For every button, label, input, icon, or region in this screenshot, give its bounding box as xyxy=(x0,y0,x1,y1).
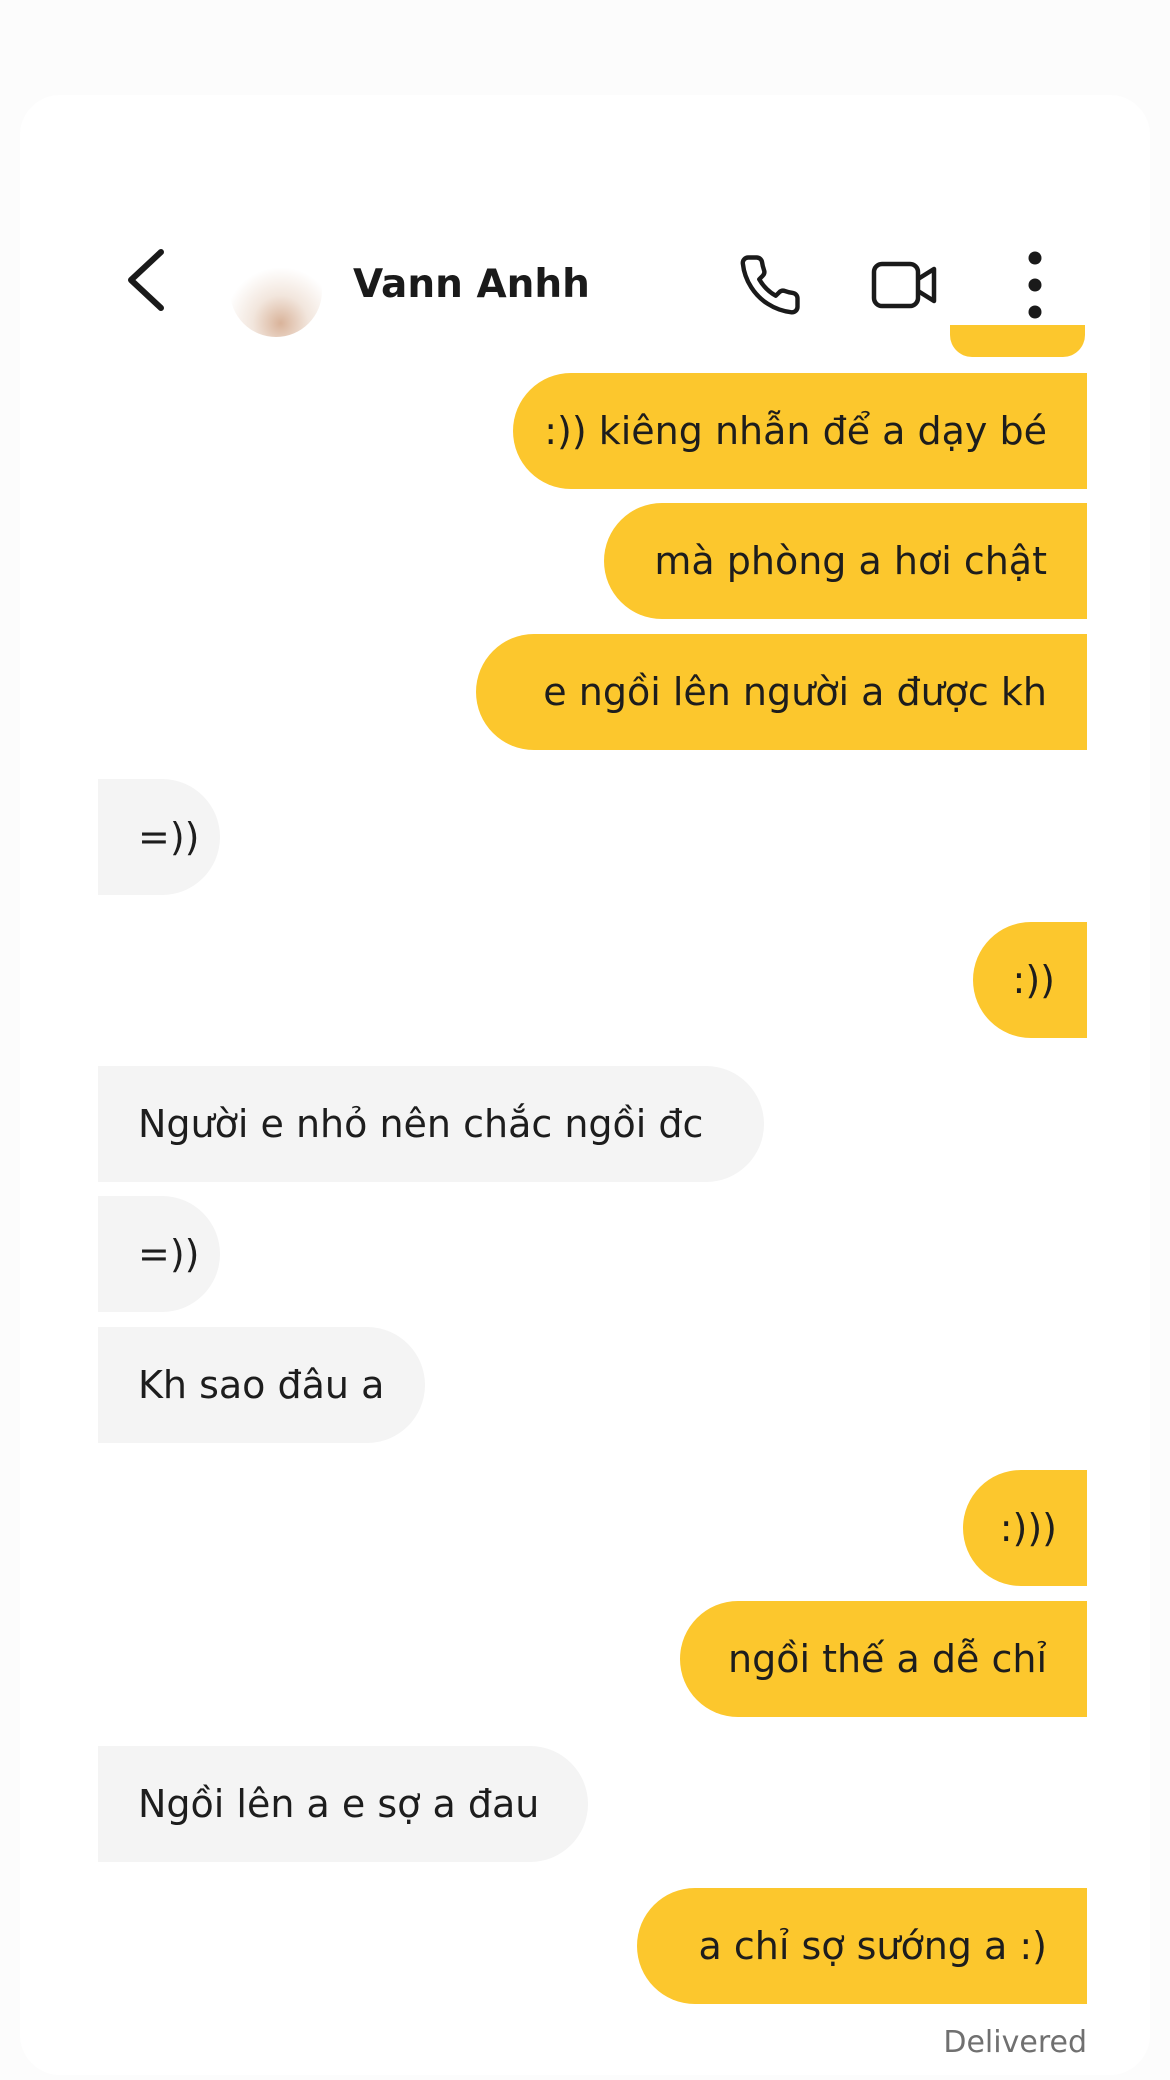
contact-name[interactable]: Vann Anhh xyxy=(353,255,590,315)
message-bubble-sent[interactable]: mà phòng a hơi chật xyxy=(604,503,1087,619)
message-bubble-sent[interactable]: :)) xyxy=(973,922,1087,1038)
message-bubble-received[interactable]: Kh sao đâu a xyxy=(98,1327,425,1443)
message-bubble-sent[interactable]: a chỉ sợ sướng a :) xyxy=(637,1888,1087,2004)
video-call-button[interactable] xyxy=(865,245,945,325)
more-options-button[interactable] xyxy=(1005,245,1065,325)
call-button[interactable] xyxy=(735,245,805,325)
delivered-status: Delivered xyxy=(943,2025,1087,2060)
back-button[interactable] xyxy=(110,240,180,320)
chevron-left-icon xyxy=(128,249,164,311)
phone-icon xyxy=(740,255,800,315)
avatar[interactable] xyxy=(230,245,322,337)
video-camera-icon xyxy=(871,261,937,309)
message-bubble-received[interactable]: Người e nhỏ nên chắc ngồi đc xyxy=(98,1066,764,1182)
message-bubble-sent[interactable]: :)) kiêng nhẫn để a dạy bé xyxy=(513,373,1087,489)
message-bubble-received[interactable]: =)) xyxy=(98,1196,220,1312)
message-bubble-sent[interactable]: e ngồi lên người a được kh xyxy=(476,634,1087,750)
message-bubble-sent[interactable]: ngồi thế a dễ chỉ xyxy=(680,1601,1087,1717)
message-bubble-received[interactable]: =)) xyxy=(98,779,220,895)
message-bubble-received[interactable]: Ngồi lên a e sợ a đau xyxy=(98,1746,588,1862)
message-bubble-sent[interactable]: :))) xyxy=(963,1470,1087,1586)
message-bubble-partial xyxy=(950,325,1085,357)
more-vertical-icon xyxy=(1028,251,1042,319)
